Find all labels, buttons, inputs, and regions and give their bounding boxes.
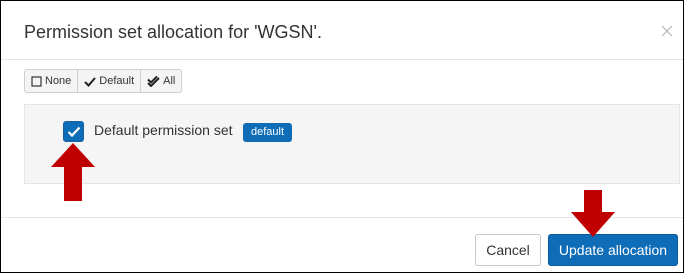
red-arrow-up-icon [51, 143, 95, 201]
cancel-button[interactable]: Cancel [475, 234, 541, 266]
square-outline-icon [31, 75, 42, 87]
select-none-button[interactable]: None [25, 70, 79, 92]
select-default-button[interactable]: Default [78, 70, 142, 92]
select-default-label: Default [99, 75, 135, 87]
permission-set-label[interactable]: Default permission set [94, 122, 233, 138]
default-permission-set-checkbox[interactable] [63, 121, 84, 142]
dialog-header: Permission set allocation for 'WGSN'. [1, 1, 683, 60]
dialog-title: Permission set allocation for 'WGSN'. [24, 22, 322, 42]
checkmark-icon [84, 76, 97, 87]
update-allocation-button[interactable]: Update allocation [548, 234, 678, 266]
red-arrow-down-icon [571, 190, 615, 237]
permission-set-list: Default permission set default [24, 104, 680, 184]
selection-button-group: None Default All [24, 69, 183, 93]
select-all-button[interactable]: All [141, 70, 181, 92]
select-none-label: None [45, 75, 72, 87]
double-check-icon [147, 75, 160, 87]
default-badge: default [243, 123, 293, 142]
select-all-label: All [163, 75, 176, 87]
close-icon[interactable] [661, 25, 675, 39]
